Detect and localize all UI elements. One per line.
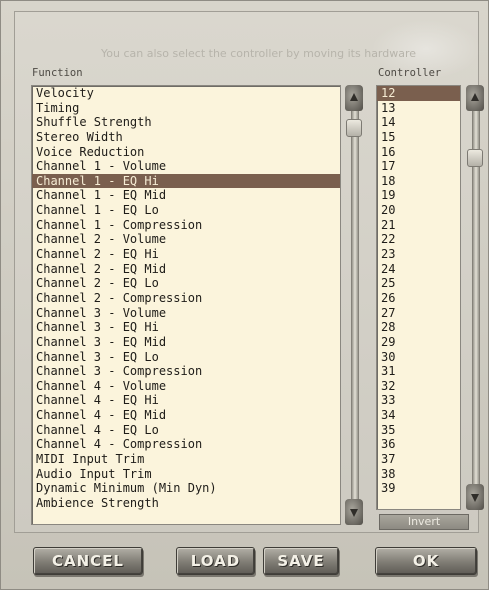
controller-list-item[interactable]: 29 bbox=[377, 335, 460, 350]
scroll-up-icon[interactable] bbox=[466, 85, 484, 111]
function-list-item[interactable]: Timing bbox=[32, 101, 340, 116]
controller-list-item[interactable]: 12 bbox=[377, 86, 460, 101]
controller-list-item[interactable]: 23 bbox=[377, 247, 460, 262]
controller-list-item[interactable]: 35 bbox=[377, 423, 460, 438]
function-scroll-thumb[interactable] bbox=[346, 119, 362, 137]
cancel-button[interactable]: CANCEL bbox=[33, 547, 143, 575]
controller-list-item[interactable]: 32 bbox=[377, 379, 460, 394]
function-list-item[interactable]: Shuffle Strength bbox=[32, 115, 340, 130]
function-list-item[interactable]: Channel 1 - EQ Lo bbox=[32, 203, 340, 218]
scroll-down-icon[interactable] bbox=[466, 484, 484, 510]
controller-list-item[interactable]: 14 bbox=[377, 115, 460, 130]
controller-list[interactable]: 12 13 14 15 16 17 18 19 20 21 22 23 24 25 26 27 28 29 30 31… bbox=[376, 85, 461, 510]
function-list-item[interactable]: Voice Reduction bbox=[32, 145, 340, 160]
controller-column-label: Controller bbox=[378, 67, 442, 79]
function-list-item[interactable]: Channel 1 - EQ Mid bbox=[32, 188, 340, 203]
function-list-item[interactable]: Dynamic Minimum (Min Dyn) bbox=[32, 481, 340, 496]
controller-list-item[interactable]: 39 bbox=[377, 481, 460, 496]
load-button[interactable]: LOAD bbox=[176, 547, 255, 575]
function-list-item[interactable]: Channel 3 - EQ Lo bbox=[32, 350, 340, 365]
function-list-item[interactable]: MIDI Input Trim bbox=[32, 452, 340, 467]
save-button[interactable]: SAVE bbox=[263, 547, 339, 575]
function-list-item[interactable]: Ambience Strength bbox=[32, 496, 340, 511]
function-list-item[interactable]: Audio Input Trim bbox=[32, 467, 340, 482]
scroll-up-icon[interactable] bbox=[345, 85, 363, 111]
controller-list-item[interactable]: 22 bbox=[377, 232, 460, 247]
controller-list-item[interactable]: 19 bbox=[377, 188, 460, 203]
ok-button[interactable]: OK bbox=[375, 547, 477, 575]
function-scrollbar[interactable] bbox=[345, 85, 363, 525]
controller-list-item[interactable]: 16 bbox=[377, 145, 460, 160]
function-list-item[interactable]: Channel 4 - EQ Mid bbox=[32, 408, 340, 423]
function-list-item[interactable]: Velocity bbox=[32, 86, 340, 101]
controller-list-item[interactable]: 24 bbox=[377, 262, 460, 277]
controller-assignment-dialog: You can also select the controller by mo… bbox=[0, 0, 489, 590]
function-list-item[interactable]: Channel 4 - Volume bbox=[32, 379, 340, 394]
controller-list-item[interactable]: 26 bbox=[377, 291, 460, 306]
controller-list-item[interactable]: 13 bbox=[377, 101, 460, 116]
controller-list-item[interactable]: 36 bbox=[377, 437, 460, 452]
function-scroll-track[interactable] bbox=[351, 111, 359, 499]
function-list-item[interactable]: Channel 1 - Compression bbox=[32, 218, 340, 233]
function-list-item[interactable]: Channel 2 - EQ Hi bbox=[32, 247, 340, 262]
controller-list-item[interactable]: 21 bbox=[377, 218, 460, 233]
function-list-item[interactable]: Channel 2 - Compression bbox=[32, 291, 340, 306]
controller-list-item[interactable]: 30 bbox=[377, 350, 460, 365]
function-list-item[interactable]: Channel 3 - Volume bbox=[32, 306, 340, 321]
scroll-down-icon[interactable] bbox=[345, 499, 363, 525]
function-list-item[interactable]: Channel 3 - Compression bbox=[32, 364, 340, 379]
controller-list-item[interactable]: 27 bbox=[377, 306, 460, 321]
controller-list-item[interactable]: 17 bbox=[377, 159, 460, 174]
function-list-item[interactable]: Channel 4 - EQ Hi bbox=[32, 393, 340, 408]
controller-list-item[interactable]: 25 bbox=[377, 276, 460, 291]
invert-button[interactable]: Invert bbox=[379, 514, 469, 530]
controller-list-item[interactable]: 20 bbox=[377, 203, 460, 218]
function-list-item[interactable]: Channel 3 - EQ Mid bbox=[32, 335, 340, 350]
function-list-item[interactable]: Channel 2 - EQ Mid bbox=[32, 262, 340, 277]
function-list-item[interactable]: Channel 2 - EQ Lo bbox=[32, 276, 340, 291]
controller-list-item[interactable]: 15 bbox=[377, 130, 460, 145]
function-list-item[interactable]: Stereo Width bbox=[32, 130, 340, 145]
controller-list-item[interactable]: 37 bbox=[377, 452, 460, 467]
controller-scroll-thumb[interactable] bbox=[467, 149, 483, 167]
function-list-item[interactable]: Channel 1 - EQ Hi bbox=[32, 173, 340, 189]
controller-scrollbar[interactable] bbox=[466, 85, 484, 510]
function-column-label: Function bbox=[32, 67, 83, 79]
controller-list-item[interactable]: 18 bbox=[377, 174, 460, 189]
hint-text: You can also select the controller by mo… bbox=[101, 47, 417, 60]
controller-list-item[interactable]: 33 bbox=[377, 393, 460, 408]
function-list-item[interactable]: Channel 4 - Compression bbox=[32, 437, 340, 452]
function-list-item[interactable]: Channel 2 - Volume bbox=[32, 232, 340, 247]
function-list-item[interactable]: Channel 4 - EQ Lo bbox=[32, 423, 340, 438]
controller-list-item[interactable]: 34 bbox=[377, 408, 460, 423]
controller-list-item[interactable]: 31 bbox=[377, 364, 460, 379]
function-list-item[interactable]: Channel 3 - EQ Hi bbox=[32, 320, 340, 335]
function-list[interactable]: Velocity Timing Shuffle Strength Stereo Wid… bbox=[31, 85, 341, 525]
function-list-item[interactable]: Channel 1 - Volume bbox=[32, 159, 340, 174]
controller-list-item[interactable]: 28 bbox=[377, 320, 460, 335]
controller-list-item[interactable]: 38 bbox=[377, 467, 460, 482]
